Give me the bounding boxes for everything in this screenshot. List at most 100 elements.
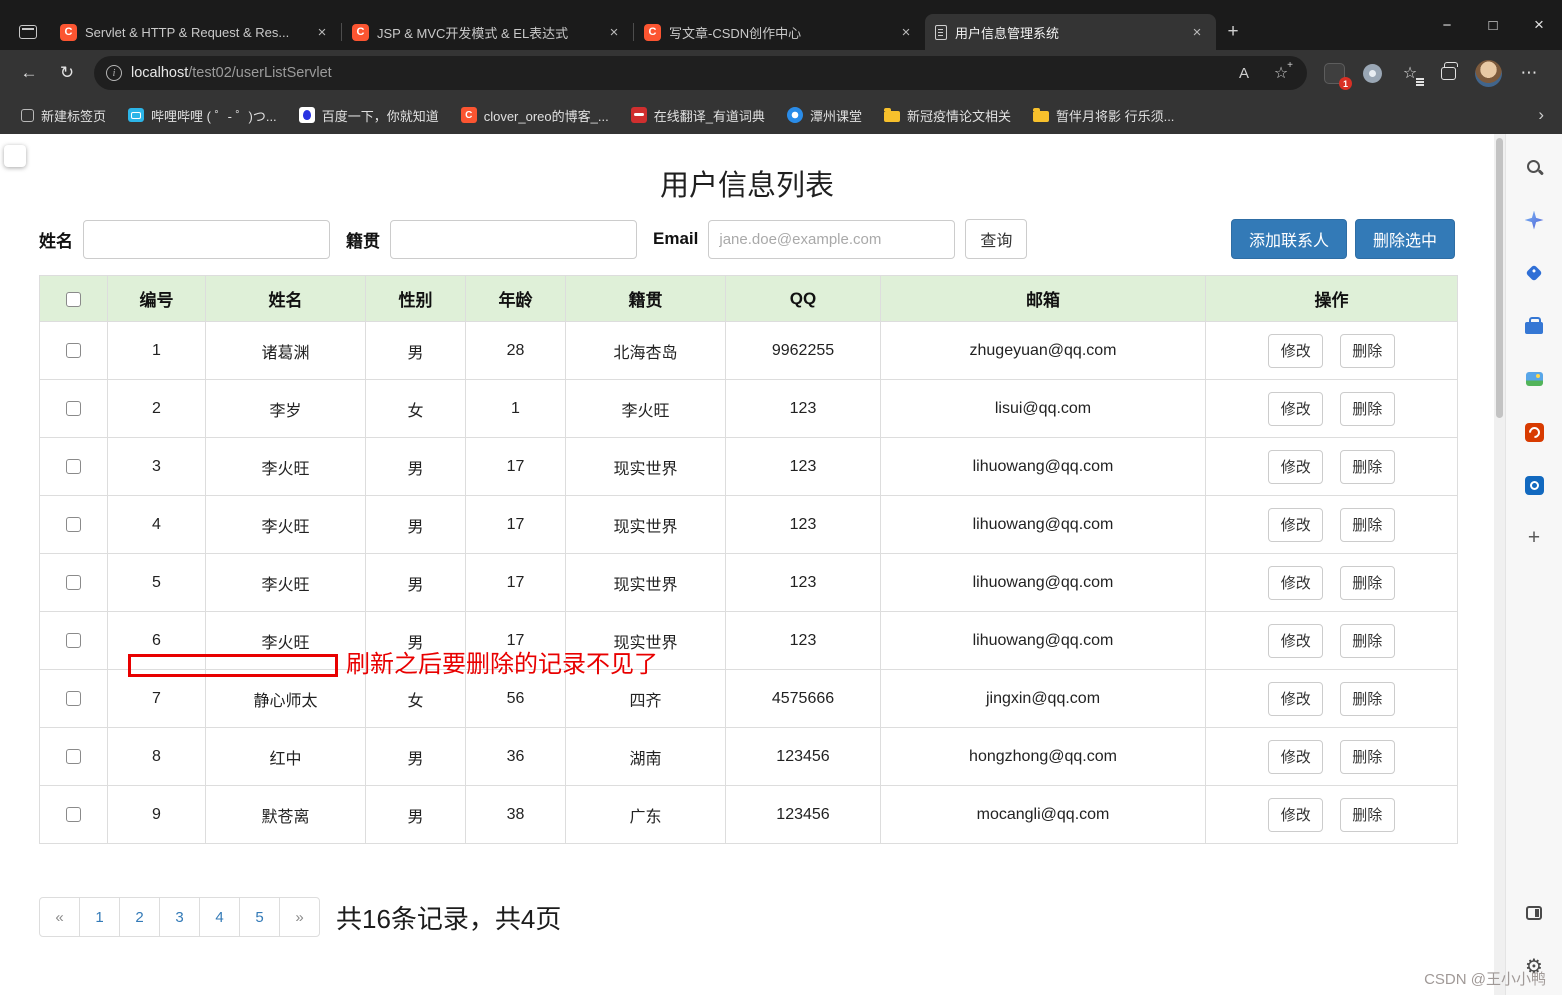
more-menu-button[interactable]: ⋯ bbox=[1510, 54, 1548, 92]
bookmark-new-tab[interactable]: 新建标签页 bbox=[12, 102, 115, 129]
cell-select bbox=[40, 612, 108, 670]
row-checkbox[interactable] bbox=[66, 807, 81, 822]
page-scrollbar[interactable] bbox=[1494, 134, 1505, 995]
tab-title: 写文章-CSDN创作中心 bbox=[669, 23, 889, 42]
bookmark-baidu[interactable]: 百度一下，你就知道 bbox=[290, 102, 448, 129]
edit-button[interactable]: 修改 bbox=[1268, 334, 1323, 368]
cell-select bbox=[40, 728, 108, 786]
address-bar[interactable]: i localhost/test02/userListServlet A ☆+ bbox=[94, 56, 1307, 90]
bookmark-bilibili[interactable]: 哔哩哔哩 ( ゜- ゜)つ... bbox=[119, 102, 286, 129]
pagination-page[interactable]: 3 bbox=[159, 897, 200, 937]
browser-window: C Servlet & HTTP & Request & Res... × C … bbox=[0, 0, 1562, 995]
star-icon: ☆ bbox=[1274, 63, 1288, 83]
minimize-button[interactable]: − bbox=[1424, 0, 1470, 50]
edit-button[interactable]: 修改 bbox=[1268, 740, 1323, 774]
workspaces-button[interactable] bbox=[6, 14, 50, 50]
sidebar-toolbox-button[interactable] bbox=[1515, 307, 1553, 345]
pagination-page[interactable]: 1 bbox=[79, 897, 120, 937]
cell-actions: 修改 删除 bbox=[1206, 786, 1458, 844]
document-favicon bbox=[935, 25, 947, 40]
edit-button[interactable]: 修改 bbox=[1268, 798, 1323, 832]
profile-avatar[interactable] bbox=[1475, 60, 1502, 87]
tab-csdn-editor[interactable]: C 写文章-CSDN创作中心 × bbox=[634, 14, 925, 50]
bookmark-csdn-blog[interactable]: Cclover_oreo的博客_... bbox=[452, 102, 618, 129]
row-checkbox[interactable] bbox=[66, 517, 81, 532]
close-button[interactable]: × bbox=[1516, 0, 1562, 50]
extension-dark-icon[interactable]: 1 bbox=[1315, 54, 1353, 92]
site-info-icon[interactable]: i bbox=[106, 65, 122, 81]
tab-close-icon[interactable]: × bbox=[313, 23, 331, 41]
delete-button[interactable]: 删除 bbox=[1340, 740, 1395, 774]
sidebar-office-button[interactable] bbox=[1515, 413, 1553, 451]
scrollbar-thumb[interactable] bbox=[1496, 138, 1503, 418]
name-input[interactable] bbox=[83, 220, 330, 259]
bookmark-youdao[interactable]: 在线翻译_有道词典 bbox=[622, 102, 774, 129]
row-checkbox[interactable] bbox=[66, 633, 81, 648]
tab-servlet-http[interactable]: C Servlet & HTTP & Request & Res... × bbox=[50, 14, 341, 50]
delete-button[interactable]: 删除 bbox=[1340, 450, 1395, 484]
annotation-rectangle bbox=[128, 654, 338, 677]
delete-button[interactable]: 删除 bbox=[1340, 682, 1395, 716]
favorites-button[interactable]: ☆ bbox=[1391, 54, 1429, 92]
origin-input[interactable] bbox=[390, 220, 637, 259]
email-input[interactable] bbox=[708, 220, 955, 259]
edit-button[interactable]: 修改 bbox=[1268, 450, 1323, 484]
sidebar-settings-button[interactable]: ⚙ bbox=[1515, 947, 1553, 985]
cell-id: 7 bbox=[108, 670, 206, 728]
row-checkbox[interactable] bbox=[66, 401, 81, 416]
row-checkbox[interactable] bbox=[66, 575, 81, 590]
tab-close-icon[interactable]: × bbox=[1188, 23, 1206, 41]
tab-close-icon[interactable]: × bbox=[605, 23, 623, 41]
cell-gender: 男 bbox=[366, 438, 466, 496]
sidebar-panel-button[interactable] bbox=[1515, 894, 1553, 932]
pagination-prev[interactable]: « bbox=[39, 897, 80, 937]
edit-button[interactable]: 修改 bbox=[1268, 682, 1323, 716]
delete-selected-button[interactable]: 删除选中 bbox=[1355, 219, 1455, 259]
pagination-page[interactable]: 2 bbox=[119, 897, 160, 937]
bookmark-folder-misc[interactable]: 暂伴月将影 行乐须... bbox=[1024, 102, 1183, 129]
edit-button[interactable]: 修改 bbox=[1268, 566, 1323, 600]
new-tab-button[interactable]: + bbox=[1216, 15, 1250, 49]
edit-button[interactable]: 修改 bbox=[1268, 624, 1323, 658]
pagination-page[interactable]: 4 bbox=[199, 897, 240, 937]
query-button[interactable]: 查询 bbox=[965, 219, 1027, 259]
edit-button[interactable]: 修改 bbox=[1268, 508, 1323, 542]
pagination-next[interactable]: » bbox=[279, 897, 320, 937]
delete-button[interactable]: 删除 bbox=[1340, 624, 1395, 658]
row-checkbox[interactable] bbox=[66, 749, 81, 764]
edit-button[interactable]: 修改 bbox=[1268, 392, 1323, 426]
pagination-page[interactable]: 5 bbox=[239, 897, 280, 937]
extension-round-icon[interactable] bbox=[1353, 54, 1391, 92]
add-favorite-icon[interactable]: ☆+ bbox=[1267, 59, 1295, 87]
tab-user-management-active[interactable]: 用户信息管理系统 × bbox=[925, 14, 1216, 50]
sidebar-shopping-button[interactable] bbox=[1515, 254, 1553, 292]
delete-button[interactable]: 删除 bbox=[1340, 392, 1395, 426]
sidebar-copilot-button[interactable] bbox=[1515, 201, 1553, 239]
collections-button[interactable] bbox=[1429, 54, 1467, 92]
delete-button[interactable]: 删除 bbox=[1340, 566, 1395, 600]
sidebar-image-tool-button[interactable] bbox=[1515, 360, 1553, 398]
sidebar-outlook-button[interactable] bbox=[1515, 466, 1553, 504]
price-tag-icon bbox=[1526, 265, 1543, 282]
add-contact-button[interactable]: 添加联系人 bbox=[1231, 219, 1347, 259]
delete-button[interactable]: 删除 bbox=[1340, 508, 1395, 542]
row-checkbox[interactable] bbox=[66, 691, 81, 706]
window-controls: − □ × bbox=[1424, 0, 1562, 50]
delete-button[interactable]: 删除 bbox=[1340, 798, 1395, 832]
tab-close-icon[interactable]: × bbox=[897, 23, 915, 41]
row-checkbox[interactable] bbox=[66, 459, 81, 474]
cell-actions: 修改 删除 bbox=[1206, 728, 1458, 786]
read-aloud-icon[interactable]: A bbox=[1230, 59, 1258, 87]
sidebar-search-button[interactable] bbox=[1515, 148, 1553, 186]
bookmark-folder-covid[interactable]: 新冠疫情论文相关 bbox=[875, 102, 1020, 129]
row-checkbox[interactable] bbox=[66, 343, 81, 358]
select-all-checkbox[interactable] bbox=[66, 292, 81, 307]
bookmarks-overflow-icon[interactable]: › bbox=[1532, 105, 1550, 125]
tab-jsp-mvc[interactable]: C JSP & MVC开发模式 & EL表达式 × bbox=[342, 14, 633, 50]
sidebar-add-button[interactable]: + bbox=[1515, 519, 1553, 557]
delete-button[interactable]: 删除 bbox=[1340, 334, 1395, 368]
maximize-button[interactable]: □ bbox=[1470, 0, 1516, 50]
bookmark-tanzhou[interactable]: 潭州课堂 bbox=[778, 102, 871, 129]
refresh-button[interactable]: ↻ bbox=[48, 54, 86, 92]
back-button[interactable]: ← bbox=[10, 54, 48, 92]
